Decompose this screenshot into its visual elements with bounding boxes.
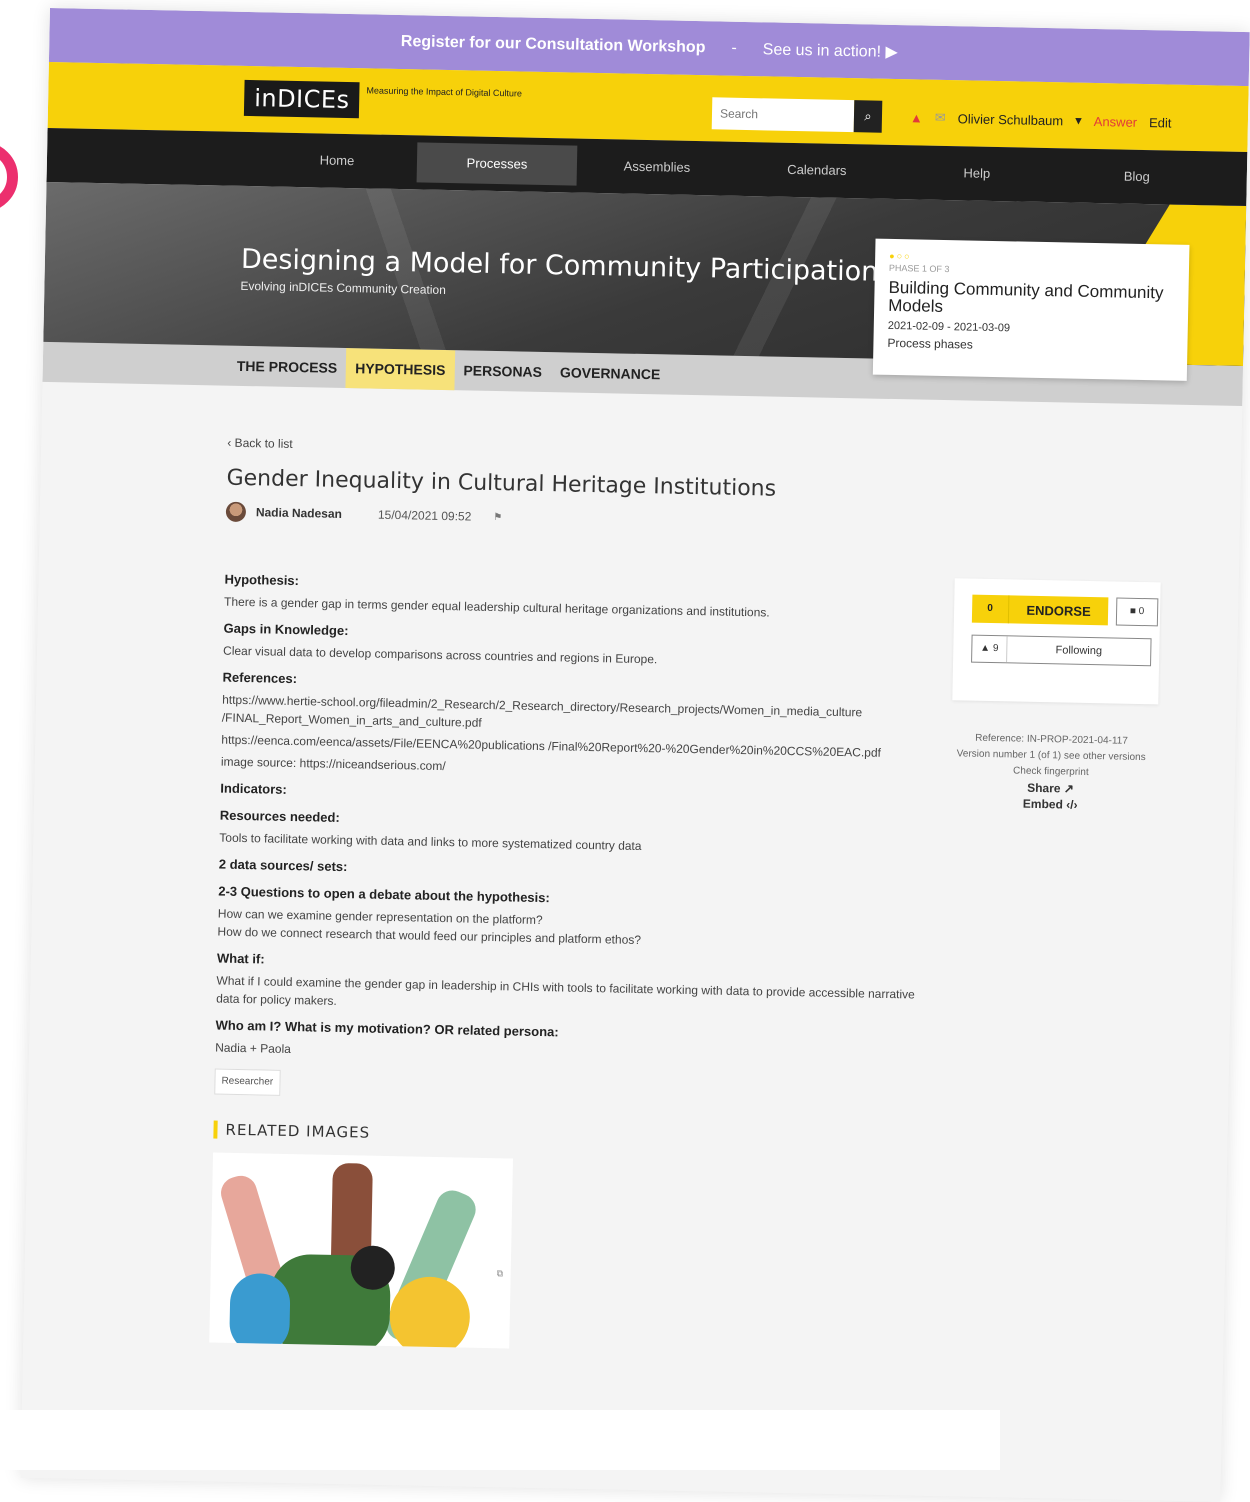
process-hero: Designing a Model for Community Particip… [43,181,1247,381]
embed-link[interactable]: Embed ‹/› [950,794,1150,814]
process-subtitle: Evolving inDICEs Community Creation [240,278,446,297]
nav-calendars[interactable]: Calendars [737,149,898,192]
process-phases-link[interactable]: Process phases [887,336,1173,356]
indicators-heading: Indicators: [220,780,287,797]
phase-card: ●○○ PHASE 1 OF 3 Building Community and … [872,238,1190,381]
answer-link[interactable]: Answer [1094,113,1138,129]
proposal-title: Gender Inequality in Cultural Heritage I… [226,465,777,502]
endorse-button[interactable]: 0 ENDORSE [971,594,1109,626]
follow-button[interactable]: ▲ 9 Following [971,634,1152,667]
bell-icon: ▲ [980,642,991,654]
illustration-shape [229,1272,291,1349]
logo-tagline: Measuring the Impact of Digital Culture [366,85,523,99]
phase-title: Building Community and Community Models [888,277,1164,316]
avatar[interactable] [225,501,247,523]
announce-separator: - [731,39,737,57]
messages-icon[interactable]: ✉ [935,110,946,126]
tab-personas[interactable]: PERSONAS [454,350,551,392]
search-input[interactable] [711,97,855,133]
endorse-count: 0 [971,594,1010,624]
follow-count-value: 9 [992,643,999,655]
nav-home[interactable]: Home [257,139,418,182]
overlay-strip [0,1410,1000,1470]
proposal-date: 15/04/2021 09:52 [377,507,472,524]
related-images-heading: RELATED IMAGES [213,1120,914,1153]
endorse-row: 0 ENDORSE ■ 0 [971,594,1159,627]
nav-assemblies[interactable]: Assemblies [577,146,738,189]
chevron-down-icon[interactable]: ▾ [1075,113,1082,129]
external-link-icon[interactable]: ⧉ [497,1264,504,1282]
tab-governance[interactable]: GOVERNANCE [551,352,670,394]
browser-page: Register for our Consultation Workshop -… [20,8,1250,1502]
tab-hypothesis[interactable]: HYPOTHESIS [345,348,455,391]
author-row: Nadia Nadesan 15/04/2021 09:52 ⚑ [225,501,503,528]
decorative-ring [0,142,18,212]
researcher-tag[interactable]: Researcher [214,1068,281,1096]
back-to-list-link[interactable]: ‹ Back to list [227,436,293,451]
user-area: ▲ ✉ Olivier Schulbaum ▾ Answer Edit [910,109,1172,130]
workshop-link[interactable]: Register for our Consultation Workshop [401,33,706,57]
search-button[interactable]: ⌕ [853,100,883,133]
author-name[interactable]: Nadia Nadesan [256,505,342,521]
comments-button[interactable]: ■ 0 [1115,597,1159,627]
user-menu[interactable]: Olivier Schulbaum [958,111,1064,128]
follow-label: Following [1055,644,1103,658]
tab-the-process[interactable]: THE PROCESS [227,346,346,388]
comment-icon: ■ [1129,605,1137,617]
endorse-label: ENDORSE [1026,602,1091,619]
illustration-shape [389,1276,471,1349]
indices-logo[interactable]: inDICEs [243,79,360,119]
search-icon: ⌕ [864,108,872,124]
followers-count: ▲ 9 [972,635,1008,663]
nav-processes[interactable]: Processes [416,142,578,186]
endorse-panel: 0 ENDORSE ■ 0 ▲ 9 Following [952,578,1161,705]
flag-icon[interactable]: ⚑ [493,512,502,523]
comment-count: 0 [1138,605,1145,618]
data-sources-heading: 2 data sources/ sets: [218,856,348,875]
related-image[interactable]: ⧉ [209,1152,514,1349]
proposal-meta: Reference: IN-PROP-2021-04-117 Version n… [950,730,1152,814]
phase-dates: 2021-02-09 - 2021-03-09 [887,319,1011,335]
proposal-body: Hypothesis: There is a gender gap in ter… [209,562,925,1357]
see-in-action-link[interactable]: See us in action! ▶ [763,39,898,62]
nav-blog[interactable]: Blog [1056,155,1217,198]
nav-help[interactable]: Help [896,152,1057,195]
notifications-icon[interactable]: ▲ [910,110,923,125]
edit-link[interactable]: Edit [1149,115,1172,130]
